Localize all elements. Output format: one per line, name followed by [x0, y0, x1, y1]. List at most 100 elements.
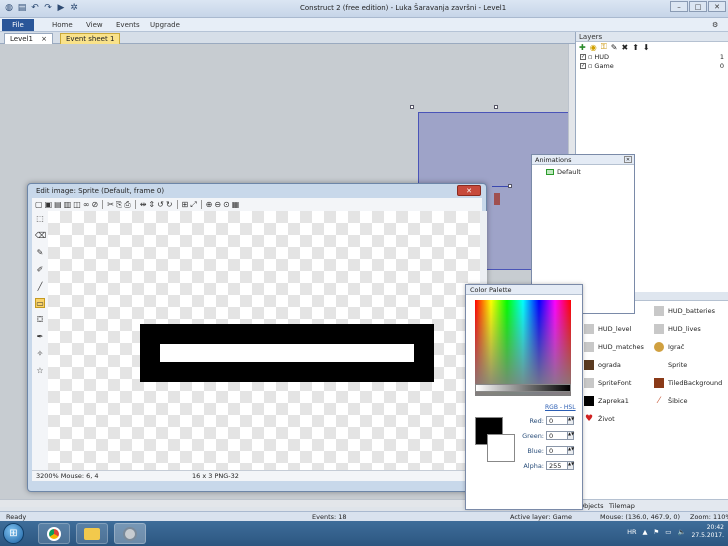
green-input[interactable]: 0	[546, 431, 568, 440]
resize-icon[interactable]: ⊞	[182, 200, 189, 209]
image-drawing-area[interactable]	[48, 211, 480, 470]
clock[interactable]: 20:42 27.5.2017.	[692, 524, 724, 540]
alpha-stepper[interactable]: ▲▼	[568, 461, 574, 470]
object-item[interactable]: Sprite	[654, 358, 687, 372]
layer-row-hud[interactable]: ✓ ▫ HUD 1	[576, 52, 728, 61]
tray-arrow-icon[interactable]: ▲	[642, 528, 647, 536]
object-item[interactable]: HUD_batteries	[654, 304, 715, 318]
image-point-icon[interactable]: ☆	[35, 366, 45, 376]
eraser-tool-icon[interactable]: ⌫	[35, 231, 46, 241]
fill-tool-icon[interactable]: ⛋	[35, 315, 45, 325]
tab-level1[interactable]: Level1 ×	[4, 33, 54, 44]
object-item[interactable]: ograda	[584, 358, 621, 372]
move-down-icon[interactable]: ⬇	[643, 43, 650, 52]
animation-item-default[interactable]: Default	[546, 168, 634, 176]
tab-upgrade[interactable]: Upgrade	[150, 21, 180, 29]
origin-tool-icon[interactable]: ✧	[35, 349, 45, 359]
small-sprite[interactable]	[494, 193, 500, 205]
paste-icon[interactable]: ⎙	[124, 200, 130, 210]
object-item[interactable]: SpriteFont	[584, 376, 631, 390]
lock-icon[interactable]: ⚿	[601, 42, 607, 52]
undo-icon[interactable]: ↶	[30, 3, 40, 13]
explorer-taskbar-icon[interactable]	[76, 523, 108, 544]
export-icon[interactable]: ▥	[64, 200, 72, 209]
open-icon[interactable]: ▣	[45, 200, 53, 209]
link-icon[interactable]: ∞	[83, 200, 90, 209]
maximize-button[interactable]: □	[689, 1, 707, 12]
eye-icon[interactable]: ◉	[590, 43, 597, 52]
color-picker-icon[interactable]: ✒	[35, 332, 45, 342]
tab-event-sheet[interactable]: Event sheet 1	[60, 33, 121, 44]
brush-tool-icon[interactable]: ✐	[35, 265, 45, 275]
move-up-icon[interactable]: ⬆	[632, 43, 639, 52]
blue-input[interactable]: 0	[546, 446, 568, 455]
object-item[interactable]: Igrač	[654, 340, 684, 354]
green-stepper[interactable]: ▲▼	[568, 431, 574, 440]
pencil-tool-icon[interactable]: ✎	[35, 248, 45, 258]
object-item[interactable]: Zapreka1	[584, 394, 629, 408]
delete-icon[interactable]: ✖	[621, 43, 628, 52]
chrome-taskbar-icon[interactable]	[38, 523, 70, 544]
tab-close-icon[interactable]: ×	[41, 35, 47, 43]
tab-view[interactable]: View	[86, 21, 103, 29]
tab-events[interactable]: Events	[116, 21, 140, 29]
redo-icon[interactable]: ↷	[43, 3, 53, 13]
object-item[interactable]: ♥ Život	[584, 412, 615, 426]
settings-icon[interactable]: ✲	[69, 3, 79, 13]
object-item[interactable]: HUD_lives	[654, 322, 701, 336]
object-item[interactable]: HUD_level	[584, 322, 631, 336]
rotate-ccw-icon[interactable]: ↺	[157, 200, 164, 209]
line-tool-icon[interactable]: ╱	[35, 282, 45, 292]
save-icon[interactable]: ▤	[17, 3, 27, 13]
tab-tilemap[interactable]: Tilemap	[609, 502, 635, 510]
blue-stepper[interactable]: ▲▼	[568, 446, 574, 455]
construct-taskbar-icon[interactable]	[114, 523, 146, 544]
new-icon[interactable]: ▢	[35, 200, 43, 209]
resize-handle[interactable]	[508, 184, 512, 188]
flag-icon[interactable]: ⚑	[653, 528, 659, 536]
zoom-in-icon[interactable]: ⊕	[206, 200, 213, 209]
select-tool-icon[interactable]: ⬚	[35, 214, 45, 224]
edit-icon[interactable]: ✎	[611, 43, 618, 52]
copy-icon[interactable]: ⎘	[116, 200, 122, 210]
visibility-checkbox[interactable]: ✓	[580, 53, 586, 60]
resize-handle[interactable]	[494, 105, 498, 109]
file-menu-button[interactable]: File	[2, 19, 34, 31]
minimize-button[interactable]: –	[670, 1, 688, 12]
color-spectrum[interactable]	[475, 300, 571, 396]
edit-image-close-button[interactable]: ✕	[457, 185, 481, 196]
red-input[interactable]: 0	[546, 416, 568, 425]
rectangle-tool-icon[interactable]: ▭	[35, 298, 45, 308]
add-layer-icon[interactable]: ✚	[579, 43, 586, 52]
layer-row-game[interactable]: ✓ ▫ Game 0	[576, 61, 728, 70]
close-button[interactable]: ✕	[708, 1, 726, 12]
preview-icon[interactable]: ▶	[56, 3, 66, 13]
rotate-cw-icon[interactable]: ↻	[166, 200, 173, 209]
grid-icon[interactable]: ▦	[232, 200, 240, 209]
alpha-input[interactable]: 255	[546, 461, 568, 470]
secondary-color-swatch[interactable]	[487, 434, 515, 462]
crop-icon[interactable]: ⊘	[91, 200, 98, 209]
tab-home[interactable]: Home	[52, 21, 73, 29]
save-icon[interactable]: ▤	[54, 200, 62, 209]
resize-handle[interactable]	[410, 105, 414, 109]
help-icon[interactable]: ⚙	[712, 21, 718, 29]
start-button[interactable]: ⊞	[3, 523, 24, 544]
rgb-hsl-toggle[interactable]: RGB - HSL	[545, 404, 576, 411]
object-item[interactable]: TiledBackground	[654, 376, 722, 390]
line-icon[interactable]: ⤢	[190, 200, 196, 210]
brightness-slider[interactable]	[475, 384, 571, 392]
visibility-checkbox[interactable]: ✓	[580, 62, 586, 69]
mirror-icon[interactable]: ⇹	[140, 200, 147, 209]
network-icon[interactable]: ▭	[665, 528, 671, 536]
object-item[interactable]: ⁄ Šibice	[654, 394, 687, 408]
red-stepper[interactable]: ▲▼	[568, 416, 574, 425]
language-indicator[interactable]: HR	[627, 528, 636, 536]
panel-close-icon[interactable]: ✕	[624, 156, 632, 163]
volume-icon[interactable]: 🔈	[677, 528, 685, 536]
copy-frame-icon[interactable]: ◫	[73, 200, 81, 209]
zoom-out-icon[interactable]: ⊖	[214, 200, 221, 209]
zoom-reset-icon[interactable]: ⊙	[223, 200, 230, 209]
cut-icon[interactable]: ✂	[107, 200, 114, 209]
object-item[interactable]: HUD_matches	[584, 340, 644, 354]
